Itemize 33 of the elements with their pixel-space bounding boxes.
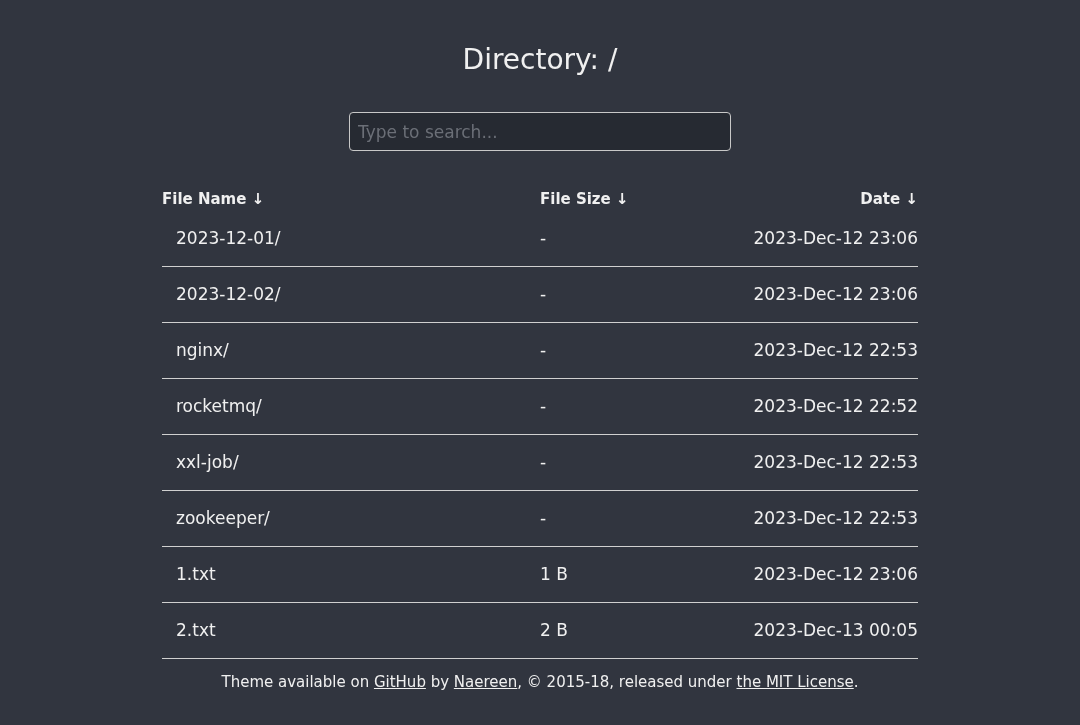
file-size-cell-text: - [540, 450, 547, 474]
file-size-cell-text: 2 B [540, 618, 568, 642]
date-cell-text: 2023-Dec-13 00:05 [753, 618, 918, 642]
column-header[interactable]: Date ↓ [740, 187, 918, 211]
file-size-cell-text: 1 B [540, 562, 568, 586]
date-cell-text: 2023-Dec-12 23:06 [753, 282, 918, 306]
date-cell-text: 2023-Dec-12 23:06 [753, 562, 918, 586]
footer-link[interactable]: Naereen [453, 673, 518, 691]
file-size-cell-text: - [540, 338, 547, 362]
file-name-link[interactable]: rocketmq/ [162, 393, 262, 420]
file-size-cell-text: - [540, 282, 547, 306]
date-cell-text: 2023-Dec-12 23:06 [753, 226, 918, 250]
date-cell-text: 2023-Dec-12 22:53 [753, 338, 918, 362]
file-size-cell-text: - [540, 394, 547, 418]
search-field[interactable]: Type to search... [349, 112, 731, 151]
file-name-link[interactable]: 2023-12-01/ [162, 225, 281, 252]
date-cell-text: 2023-Dec-12 22:52 [753, 394, 918, 418]
file-name-link[interactable]: nginx/ [162, 337, 229, 364]
file-size-cell-text: - [540, 226, 547, 250]
date-cell-text: 2023-Dec-12 22:53 [753, 450, 918, 474]
footer-text: Theme available on GitHub by Naereen, © 2015-18, released under the MIT License. [221, 672, 859, 693]
footer-link[interactable]: GitHub [373, 673, 426, 691]
column-header[interactable]: File Size ↓ [540, 187, 740, 211]
page-title: Directory: / [462, 42, 618, 78]
file-name-link[interactable]: 2.txt [162, 617, 216, 644]
file-name-link[interactable]: 1.txt [162, 561, 216, 588]
column-header[interactable]: File Name ↓ [162, 187, 540, 211]
footer-link[interactable]: the MIT License [736, 673, 854, 691]
date-cell-text: 2023-Dec-12 22:53 [753, 506, 918, 530]
file-name-link[interactable]: 2023-12-02/ [162, 281, 281, 308]
file-name-link[interactable]: zookeeper/ [162, 505, 270, 532]
file-name-link[interactable]: xxl-job/ [162, 449, 239, 476]
file-size-cell-text: - [540, 506, 547, 530]
